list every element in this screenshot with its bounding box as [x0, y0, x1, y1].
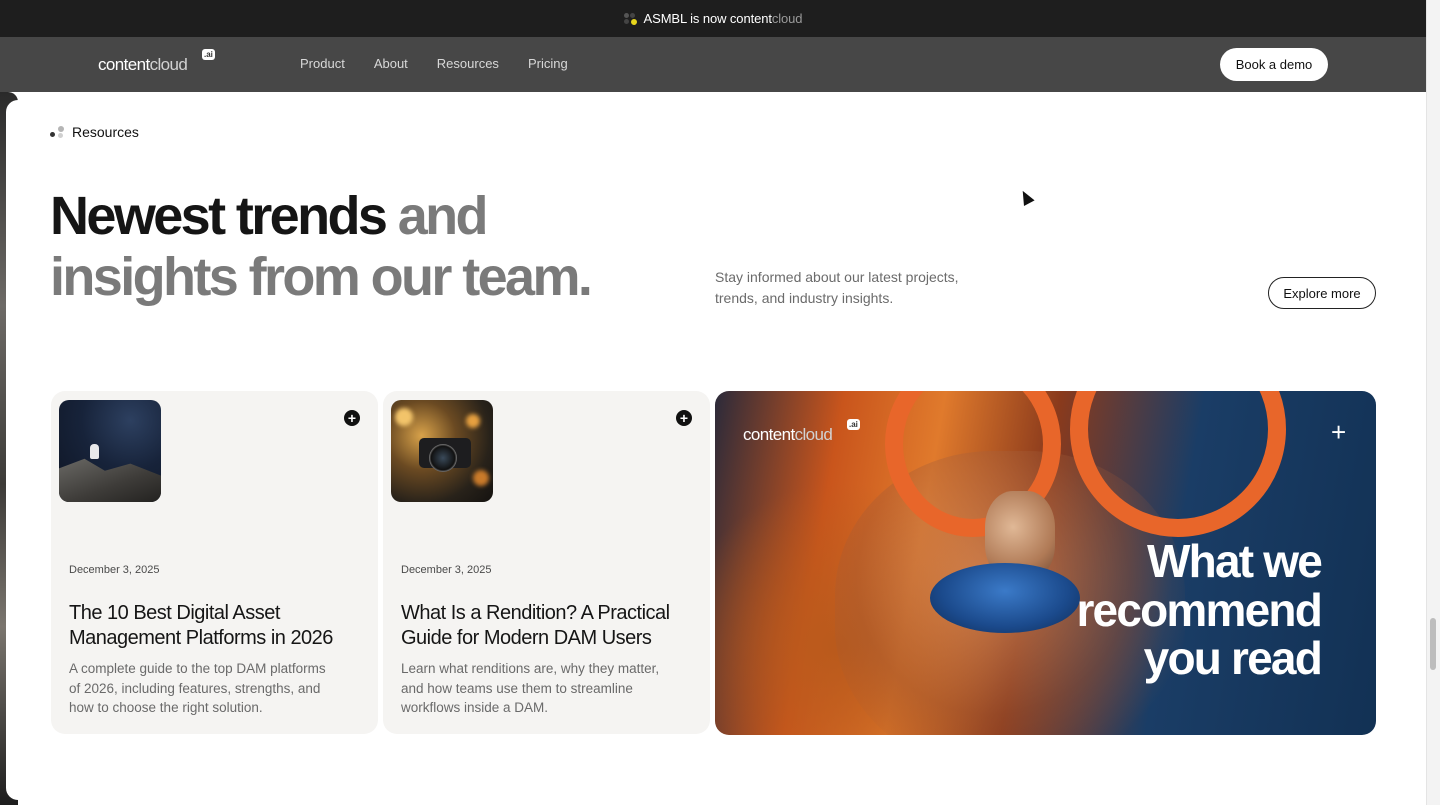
- brand-dots-icon: [623, 12, 638, 26]
- nav-link-pricing[interactable]: Pricing: [528, 56, 568, 71]
- mouse-cursor-icon: [1017, 188, 1035, 206]
- nav-link-product[interactable]: Product: [300, 56, 345, 71]
- explore-more-button[interactable]: Explore more: [1268, 277, 1376, 309]
- section-headline: Newest trends and insights from our team…: [50, 186, 593, 307]
- eyebrow-dots-icon: [50, 124, 65, 140]
- nav-link-about[interactable]: About: [374, 56, 408, 71]
- scrollbar-thumb[interactable]: [1430, 618, 1436, 670]
- logo-ai-badge: .ai: [847, 419, 860, 430]
- nav-link-resources[interactable]: Resources: [437, 56, 499, 71]
- left-edge-image: [0, 92, 18, 805]
- feature-title: What we recommend you read: [1076, 535, 1322, 684]
- announcement-bar[interactable]: ASMBL is now contentcloud: [0, 0, 1426, 37]
- article-card[interactable]: + December 3, 2025 The 10 Best Digital A…: [51, 391, 378, 734]
- section-subtext: Stay informed about our latest projects,…: [715, 269, 959, 306]
- plus-circle-icon[interactable]: +: [676, 410, 692, 426]
- logo-ai-badge: .ai: [202, 49, 215, 60]
- section-eyebrow: Resources: [50, 124, 139, 140]
- plus-circle-icon[interactable]: +: [344, 410, 360, 426]
- main-navigation: contentcloud .ai Product About Resources…: [0, 37, 1426, 92]
- eyebrow-label: Resources: [72, 124, 139, 140]
- article-title[interactable]: The 10 Best Digital Asset Management Pla…: [69, 601, 369, 650]
- announcement-text: ASMBL is now contentcloud: [643, 11, 803, 26]
- article-date: December 3, 2025: [69, 564, 160, 576]
- article-date: December 3, 2025: [401, 564, 492, 576]
- plus-icon[interactable]: +: [1331, 419, 1346, 445]
- article-card[interactable]: + December 3, 2025 What Is a Rendition? …: [383, 391, 710, 734]
- site-logo[interactable]: contentcloud .ai: [98, 49, 215, 75]
- article-thumbnail: [59, 400, 161, 502]
- featured-recommendation-card[interactable]: contentcloud .ai + What we recommend you…: [715, 391, 1376, 735]
- article-description: A complete guide to the top DAM platform…: [69, 661, 326, 715]
- article-thumbnail: [391, 400, 493, 502]
- nav-links: Product About Resources Pricing: [300, 56, 597, 71]
- article-title[interactable]: What Is a Rendition? A Practical Guide f…: [401, 601, 701, 650]
- feature-logo: contentcloud .ai: [743, 419, 860, 444]
- book-demo-button[interactable]: Book a demo: [1220, 48, 1328, 81]
- article-description: Learn what renditions are, why they matt…: [401, 661, 660, 715]
- page-scrollbar[interactable]: [1426, 0, 1440, 805]
